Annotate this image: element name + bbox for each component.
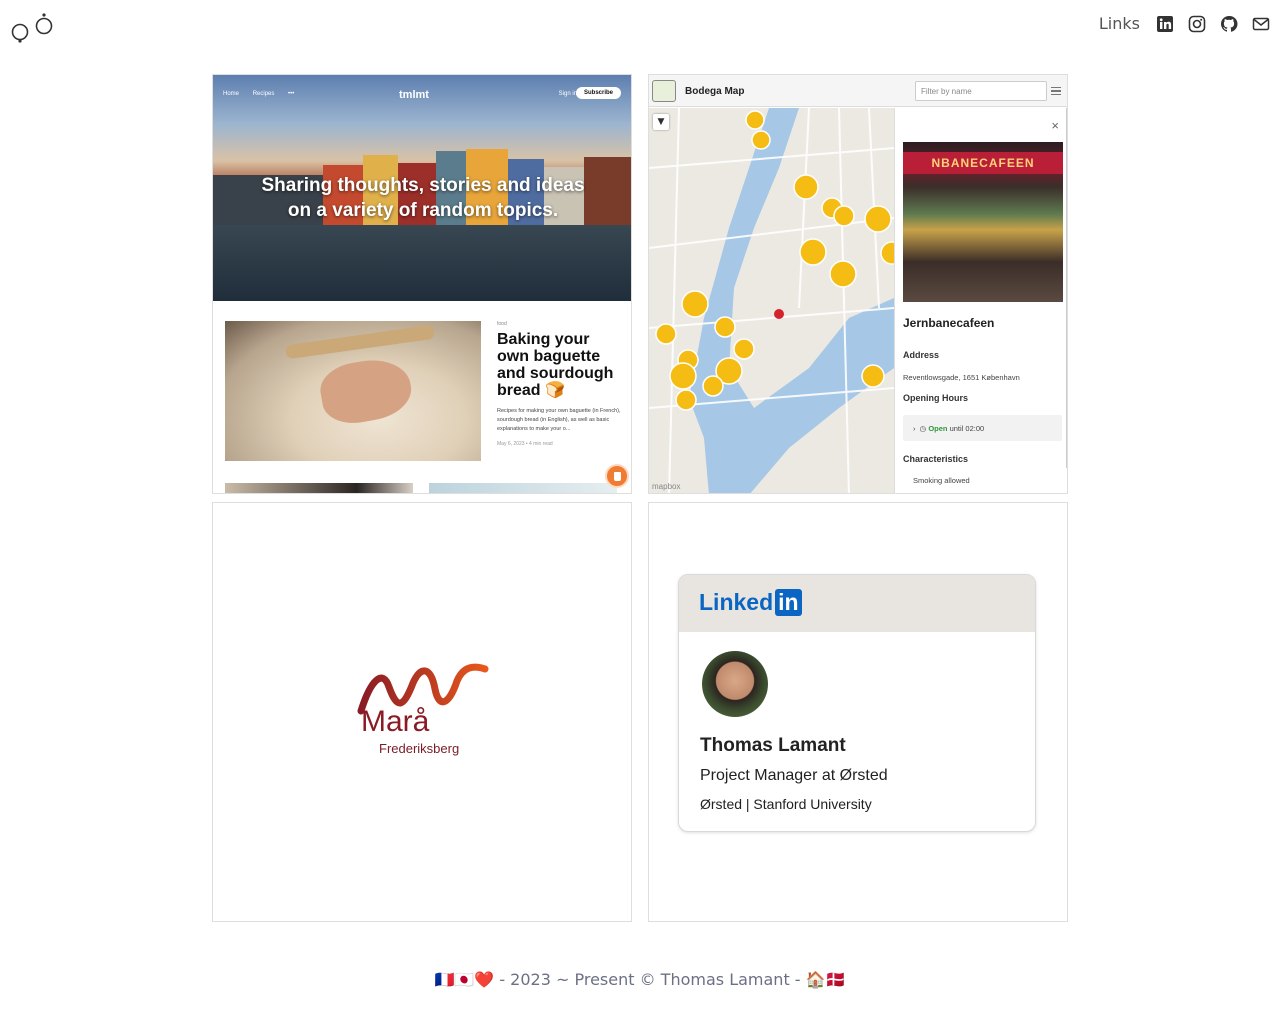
blog-hero-text: Sharing thoughts, stories and ideas on a… (213, 173, 631, 223)
address-value: Reventlowsgade, 1651 København (903, 373, 1020, 382)
blog-nav-signin[interactable]: Sign in (559, 91, 577, 97)
linkedin-logo-word: Linked (699, 589, 774, 615)
chevron-right-icon: › (913, 424, 916, 433)
map-illustration (649, 108, 894, 493)
rolling-pin-shape (284, 324, 436, 360)
mara-subtitle: Frederiksberg (379, 741, 460, 756)
selected-marker (774, 309, 784, 319)
mara-project-card[interactable]: Marå Frederiksberg (212, 502, 632, 922)
hours-until: until 02:00 (949, 424, 985, 433)
blog-nav: Home Recipes ••• tmlmt Sign in Subscribe (223, 87, 621, 105)
top-nav: Links (1099, 14, 1270, 33)
blog-project-card[interactable]: Home Recipes ••• tmlmt Sign in Subscribe… (212, 74, 632, 494)
dough-image (225, 321, 481, 461)
characteristics-label: Characteristics (903, 454, 969, 464)
links-nav-link[interactable]: Links (1099, 14, 1140, 33)
mara-name: Marå (361, 705, 430, 738)
project-grid: Home Recipes ••• tmlmt Sign in Subscribe… (212, 74, 1068, 922)
map-title: Bodega Map (685, 86, 745, 97)
photo-sign: NBANECAFEEN (903, 152, 1063, 174)
article-thumbnail (225, 483, 413, 493)
blog-hero-image: Home Recipes ••• tmlmt Sign in Subscribe… (213, 75, 631, 301)
article-category: food (497, 321, 507, 327)
avatar (702, 651, 768, 717)
address-label: Address (903, 350, 940, 360)
open-status: Open (928, 424, 948, 433)
blog-nav-more[interactable]: ••• (288, 91, 294, 97)
trash-icon (614, 472, 621, 481)
mail-icon[interactable] (1252, 15, 1270, 33)
blog-body: food Baking your own baguette and sourdo… (213, 301, 631, 493)
article-excerpt: Recipes for making your own baguette (in… (497, 408, 621, 432)
hours-label: Opening Hours (903, 393, 968, 403)
footer-text: 🇫🇷🇯🇵❤️ - 2023 ~ Present © Thomas Lamant … (434, 970, 846, 989)
header: Links (0, 0, 1280, 52)
filter-icon[interactable]: ▼ (653, 114, 669, 130)
place-details-panel: × NBANECAFEEN Jernbanecafeen Address Rev… (894, 108, 1067, 493)
article-meta: May 6, 2023 • 4 min read (497, 441, 553, 447)
characteristic-smoking: Smoking allowed (913, 476, 970, 485)
blog-nav-home[interactable]: Home (223, 91, 239, 97)
map-filter-input[interactable]: Filter by name (915, 81, 1047, 101)
article-preview[interactable]: food Baking your own baguette and sourdo… (497, 321, 622, 447)
map-area[interactable]: ▼ mapbox (649, 108, 894, 493)
opening-hours-toggle[interactable]: › ◷ Open until 02:00 (903, 415, 1062, 441)
map-topbar: Bodega Map Filter by name (649, 75, 1067, 107)
place-photo: NBANECAFEEN (903, 142, 1063, 302)
blog-brand[interactable]: tmlmt (399, 89, 429, 101)
blog-subscribe-button[interactable]: Subscribe (575, 87, 621, 99)
linkedin-logo-in: in (775, 589, 802, 616)
article-title[interactable]: Baking your own baguette and sourdough b… (497, 331, 622, 399)
blog-nav-recipes[interactable]: Recipes (253, 91, 275, 97)
github-icon[interactable] (1220, 15, 1238, 33)
panel-scrollbar[interactable] (1066, 108, 1067, 468)
bodega-map-logo-icon (652, 80, 676, 102)
profile-title: Project Manager at Ørsted (700, 767, 888, 784)
place-name: Jernbanecafeen (903, 316, 995, 330)
linkedin-project-card[interactable]: Linked in Thomas Lamant Project Manager a… (648, 502, 1068, 922)
hamburger-menu-icon[interactable] (1051, 87, 1061, 95)
hand-shape (316, 353, 416, 429)
linkedin-icon[interactable] (1156, 15, 1174, 33)
instagram-icon[interactable] (1188, 15, 1206, 33)
trash-fab-button[interactable] (605, 464, 629, 488)
article-thumbnail (429, 483, 617, 493)
close-icon[interactable]: × (1051, 118, 1059, 133)
profile-name: Thomas Lamant (700, 735, 846, 756)
profile-org: Ørsted | Stanford University (700, 796, 872, 812)
hero-line-2: on a variety of random topics. (287, 200, 559, 221)
bodega-map-project-card[interactable]: Bodega Map Filter by name ▼ mapbox × NBA… (648, 74, 1068, 494)
linkedin-logo-icon: Linked in (699, 589, 802, 616)
hero-line-1: Sharing thoughts, stories and ideas (261, 175, 585, 196)
mapbox-attribution[interactable]: mapbox (652, 482, 680, 491)
clock-icon: ◷ (919, 424, 927, 433)
linkedin-profile-card[interactable]: Linked in Thomas Lamant Project Manager a… (678, 574, 1036, 832)
linkedin-header: Linked in (679, 575, 1035, 632)
circles-logo-icon[interactable] (10, 10, 54, 44)
